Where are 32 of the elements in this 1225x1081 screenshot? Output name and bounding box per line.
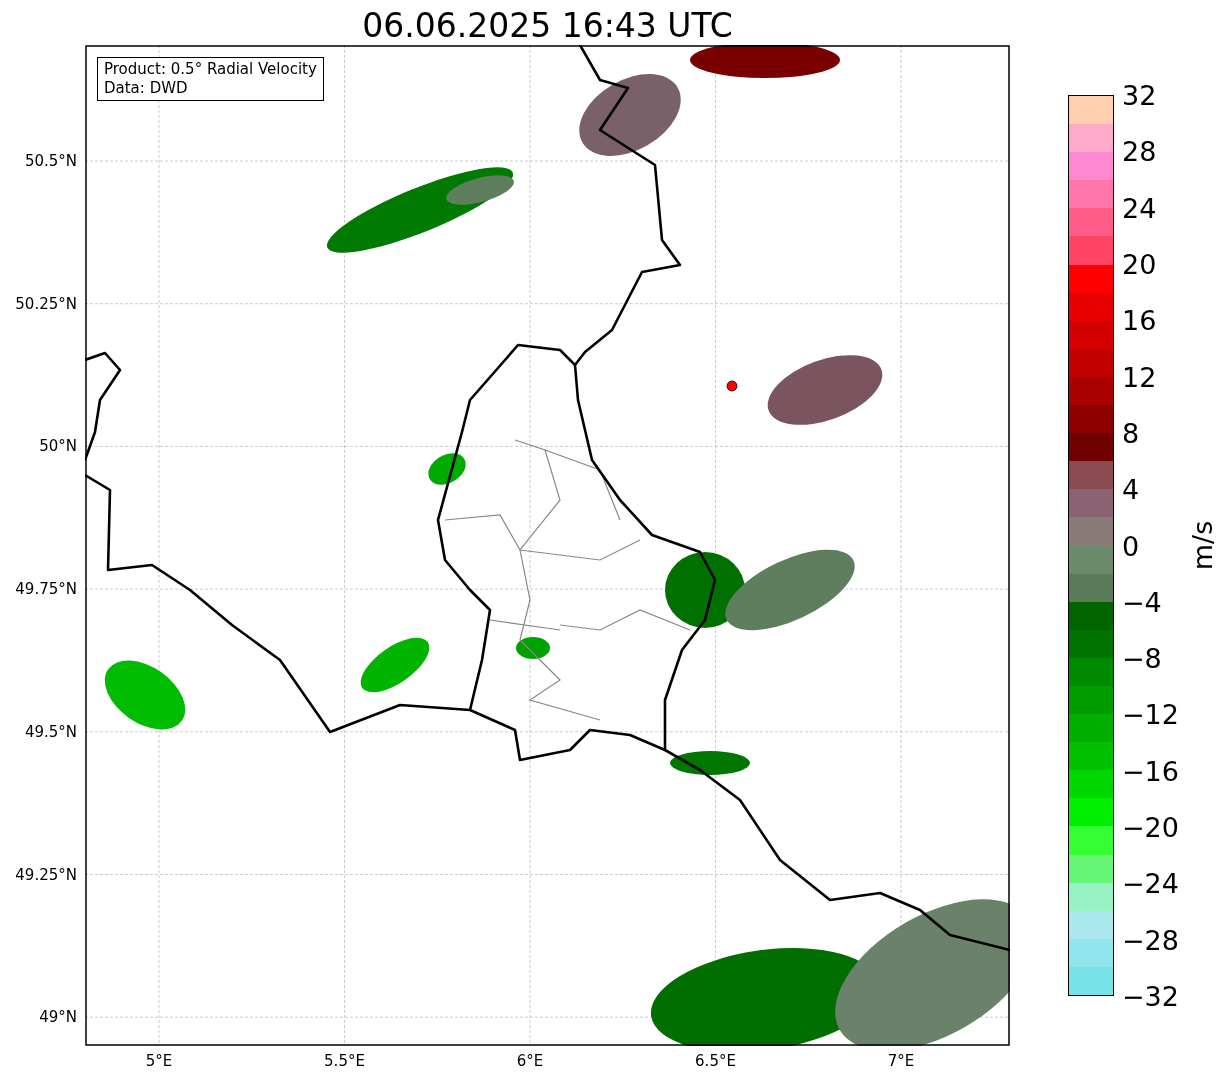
longitude-label: 5.5°E <box>324 1052 365 1070</box>
latitude-label: 49.25°N <box>15 865 77 884</box>
colorbar-tick-label: −28 <box>1122 924 1179 956</box>
colorbar-tick-label: −24 <box>1122 867 1179 899</box>
colorbar-tick-label: 0 <box>1122 530 1140 561</box>
latitude-label: 49°N <box>39 1008 77 1027</box>
colorbar-tick-label: −12 <box>1122 698 1179 730</box>
longitude-label: 5°E <box>145 1052 173 1070</box>
colorbar-tick-label: −20 <box>1122 811 1179 843</box>
longitude-label: 7°E <box>887 1052 915 1070</box>
colorbar-tick-label: −4 <box>1122 586 1162 618</box>
latitude-label: 50.5°N <box>24 152 77 170</box>
longitude-label: 6.5°E <box>695 1052 736 1070</box>
latitude-label: 49.5°N <box>24 722 77 741</box>
colorbar-tick-label: 28 <box>1122 135 1157 167</box>
colorbar-label: m/s <box>1187 520 1219 571</box>
colorbar-tick-label: 12 <box>1122 361 1157 393</box>
chart-title: 06.06.2025 16:43 UTC <box>362 9 733 45</box>
latitude-label: 50.25°N <box>15 294 77 313</box>
colorbar-tick-label: 32 <box>1122 79 1157 111</box>
latitude-label: 49.75°N <box>15 580 77 599</box>
latitude-label: 50°N <box>39 437 77 456</box>
annotation-box: Product: 0.5° Radial Velocity Data: DWD <box>97 57 324 101</box>
colorbar-tick-label: 8 <box>1122 417 1140 449</box>
colorbar-tick-label: 24 <box>1122 192 1157 224</box>
longitude-label: 6°E <box>516 1052 544 1070</box>
colorbar-tick-label: 16 <box>1122 304 1157 336</box>
colorbar-tick-label: 4 <box>1122 473 1140 505</box>
colorbar-tick-label: −16 <box>1122 755 1179 787</box>
colorbar-tick-label: 20 <box>1122 248 1157 280</box>
colorbar-tick-label: −32 <box>1122 980 1179 1012</box>
colorbar-tick-label: −8 <box>1122 642 1162 674</box>
